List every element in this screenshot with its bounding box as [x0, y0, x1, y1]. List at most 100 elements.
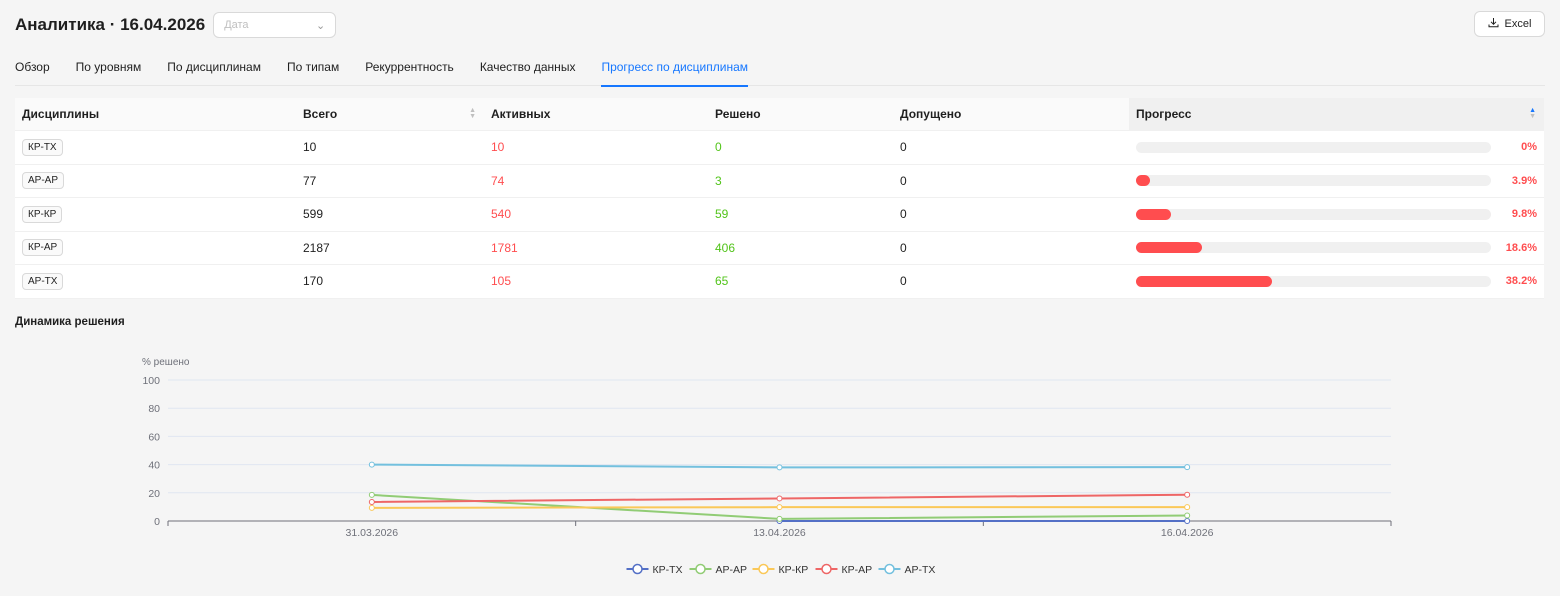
tab-disciplines[interactable]: По дисциплинам — [167, 52, 261, 86]
legend-marker — [821, 563, 832, 575]
x-tick-label: 13.04.2026 — [753, 527, 806, 539]
tab-overview[interactable]: Обзор — [15, 52, 50, 86]
progress-table: Дисциплины Всего ▲ ▼ Активных Решено Допу… — [15, 98, 1544, 299]
header: Аналитика · 16.04.2026 Дата ⌄ Excel — [15, 11, 1545, 39]
legend-marker — [632, 563, 643, 575]
total-cell: 10 — [303, 140, 317, 155]
progress-bar — [1136, 242, 1491, 254]
progress-bar — [1136, 175, 1491, 187]
chevron-down-icon: ⌄ — [315, 19, 326, 32]
header-total-label: Всего — [303, 107, 338, 121]
y-tick-label: 0 — [154, 516, 160, 528]
solved-cell: 406 — [715, 240, 736, 255]
admitted-cell: 0 — [900, 140, 907, 155]
discipline-tag: КР-ТХ — [22, 138, 63, 156]
dynamics-title: Динамика решения — [15, 316, 125, 328]
y-tick-label: 20 — [148, 488, 160, 500]
discipline-tag: АР-АР — [22, 172, 65, 190]
progress-cell: 38.2% — [1129, 265, 1544, 298]
discipline-tag: АР-ТХ — [22, 272, 64, 290]
progress-bar — [1136, 275, 1491, 287]
total-cell: 2187 — [303, 240, 330, 255]
tab-levels[interactable]: По уровням — [76, 52, 142, 86]
header-admitted[interactable]: Допущено — [893, 98, 1129, 130]
active-cell: 1781 — [491, 240, 518, 255]
data-point — [1184, 464, 1191, 471]
y-tick-label: 80 — [148, 403, 160, 415]
header-discipline[interactable]: Дисциплины — [15, 98, 296, 130]
x-tick-label: 31.03.2026 — [346, 527, 399, 539]
total-cell: 599 — [303, 207, 324, 222]
active-cell: 540 — [491, 207, 512, 222]
progress-cell: 9.8% — [1129, 198, 1544, 231]
header-active[interactable]: Активных — [484, 98, 708, 130]
progress-bar-fill — [1136, 242, 1203, 254]
table-row: АР-ТХ 170 105 65 0 38.2% — [15, 265, 1544, 299]
admitted-cell: 0 — [900, 207, 907, 222]
legend-label: КР-КР — [779, 564, 809, 576]
data-point — [368, 504, 375, 511]
progress-bar-fill — [1136, 275, 1272, 287]
legend-marker — [695, 563, 706, 575]
progress-cell: 18.6% — [1129, 232, 1544, 265]
discipline-cell: АР-ТХ — [15, 265, 296, 298]
solved-cell: 59 — [715, 207, 729, 222]
progress-bar-fill — [1136, 208, 1171, 220]
header-solved[interactable]: Решено — [708, 98, 893, 130]
total-cell: 77 — [303, 173, 317, 188]
table-row: АР-АР 77 74 3 0 3.9% — [15, 164, 1544, 198]
table-header: Дисциплины Всего ▲ ▼ Активных Решено Допу… — [15, 98, 1544, 131]
data-point — [776, 464, 783, 471]
discipline-cell: КР-АР — [15, 232, 296, 265]
header-progress[interactable]: Прогресс ▲ ▼ — [1129, 98, 1544, 130]
discipline-cell: АР-АР — [15, 165, 296, 198]
discipline-tag: КР-АР — [22, 239, 64, 257]
date-placeholder: Дата — [224, 19, 249, 31]
y-tick-label: 40 — [148, 460, 160, 472]
tab-discipline-progress[interactable]: Прогресс по дисциплинам — [601, 52, 748, 87]
data-point — [776, 495, 783, 502]
data-point — [1184, 512, 1191, 519]
solved-cell: 65 — [715, 274, 729, 289]
table-row: КР-КР 599 540 59 0 9.8% — [15, 198, 1544, 232]
header-progress-label: Прогресс — [1136, 107, 1192, 121]
active-cell: 10 — [491, 140, 505, 155]
x-tick-label: 16.04.2026 — [1161, 527, 1214, 539]
admitted-cell: 0 — [900, 274, 907, 289]
sort-icon[interactable]: ▲ ▼ — [1529, 107, 1536, 120]
legend-label: КР-АР — [842, 564, 873, 576]
data-point — [776, 504, 783, 511]
progress-value: 38.2% — [1505, 275, 1537, 288]
tab-types[interactable]: По типам — [287, 52, 339, 86]
data-point — [1184, 518, 1191, 524]
data-point — [1184, 504, 1191, 511]
progress-value: 18.6% — [1505, 241, 1537, 254]
progress-cell: 3.9% — [1129, 165, 1544, 198]
admitted-cell: 0 — [900, 240, 907, 255]
tab-bar: Обзор По уровням По дисциплинам По типам… — [15, 52, 1545, 87]
discipline-tag: КР-КР — [22, 205, 63, 223]
legend-label: АР-ТХ — [905, 564, 936, 576]
dynamics-chart: % решено 0 20 40 60 80 100 31.03.2026 13.04.2026… — [142, 357, 1392, 576]
sort-icon[interactable]: ▲ ▼ — [469, 107, 476, 120]
discipline-cell: КР-КР — [15, 198, 296, 231]
progress-value: 3.9% — [1511, 174, 1537, 187]
data-point — [1184, 491, 1191, 498]
header-total[interactable]: Всего ▲ ▼ — [296, 98, 484, 130]
progress-cell: 0% — [1129, 131, 1544, 164]
progress-bar — [1136, 208, 1491, 220]
legend-label: КР-ТХ — [653, 564, 683, 576]
tab-data-quality[interactable]: Качество данных — [480, 52, 576, 86]
data-point — [776, 515, 783, 522]
total-cell: 170 — [303, 274, 324, 289]
tab-recurrence[interactable]: Рекуррентность — [365, 52, 454, 86]
data-point — [368, 498, 375, 505]
date-picker[interactable]: Дата ⌄ — [213, 12, 337, 38]
y-tick-label: 60 — [148, 431, 160, 443]
solved-cell: 3 — [715, 173, 722, 188]
legend-marker — [884, 563, 895, 575]
legend-label: АР-АР — [716, 564, 748, 576]
admitted-cell: 0 — [900, 173, 907, 188]
excel-label: Excel — [1504, 18, 1532, 30]
excel-export-button[interactable]: Excel — [1474, 11, 1545, 37]
